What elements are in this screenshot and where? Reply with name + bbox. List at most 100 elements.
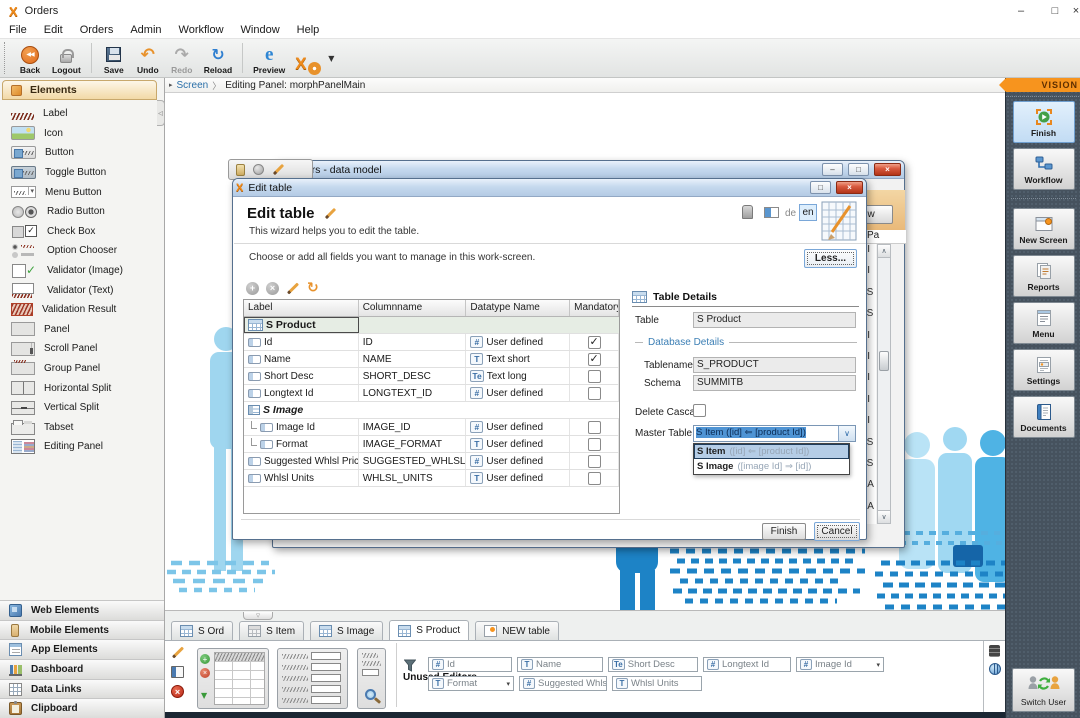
- edit-pencil-icon[interactable]: [172, 646, 184, 658]
- tab-s-item[interactable]: S Item: [239, 621, 304, 640]
- element-item-horizontal-split[interactable]: Horizontal Split: [2, 378, 157, 398]
- accordion-mobile-elements[interactable]: Mobile Elements: [0, 620, 164, 640]
- edit-row-icon[interactable]: [287, 282, 299, 294]
- edit-table-dialog[interactable]: Edit table □ × Edit table de en This wiz…: [232, 178, 867, 540]
- element-item-scroll-panel[interactable]: Scroll Panel: [2, 339, 157, 359]
- dropdown-option-s-item[interactable]: S Item ([id] ⇐ [product Id]): [694, 444, 849, 459]
- accordion-dashboard[interactable]: Dashboard: [0, 659, 164, 679]
- web-view-icon[interactable]: [989, 663, 1001, 675]
- cancel-button[interactable]: Cancel: [814, 522, 860, 541]
- tab-new-table[interactable]: NEW table: [475, 621, 559, 640]
- panel-collapse-tab[interactable]: [243, 612, 273, 620]
- element-item-validator-image[interactable]: Validator (Image): [2, 261, 157, 281]
- vision-workflow-button[interactable]: Workflow: [1013, 148, 1075, 190]
- back-button[interactable]: Back: [13, 40, 47, 76]
- scrollbar[interactable]: ∧ ∨: [877, 244, 891, 524]
- sidebar-collapse-handle[interactable]: [157, 100, 165, 126]
- menu-item-file[interactable]: File: [9, 24, 27, 36]
- element-item-icon[interactable]: Icon: [2, 124, 157, 144]
- maximize-button[interactable]: □: [1038, 0, 1072, 22]
- data-view-icon[interactable]: [989, 645, 1000, 657]
- language-de-button[interactable]: de: [785, 208, 796, 219]
- element-item-tabset[interactable]: Tabset: [2, 418, 157, 438]
- element-item-validator-text[interactable]: Validator (Text): [2, 280, 157, 300]
- language-en-button[interactable]: en: [799, 204, 817, 221]
- mandatory-checkbox[interactable]: [588, 353, 601, 366]
- remove-row-icon[interactable]: [266, 282, 279, 295]
- vision-menu-button[interactable]: Menu: [1013, 302, 1075, 344]
- tab-s-product[interactable]: S Product: [389, 620, 469, 640]
- toolbar-dropdown-caret-icon[interactable]: [328, 54, 334, 63]
- scroll-down-icon[interactable]: ∨: [878, 510, 890, 523]
- scrollbar-thumb[interactable]: [879, 351, 889, 371]
- editor-chip-short-desc[interactable]: TeShort Desc: [608, 657, 698, 672]
- accordion-data-links[interactable]: Data Links: [0, 679, 164, 699]
- table-field-row[interactable]: NameNAMETText short: [244, 351, 619, 368]
- switch-user-button[interactable]: Switch User: [1012, 668, 1075, 712]
- logout-button[interactable]: Logout: [47, 40, 86, 76]
- tablename-value[interactable]: S_PRODUCT: [693, 357, 856, 373]
- delete-icon[interactable]: [171, 685, 184, 698]
- editor-chip-format[interactable]: TFormat: [428, 676, 514, 691]
- visionx-menu-button[interactable]: [290, 40, 326, 76]
- editor-chip-suggested-whlsl[interactable]: #Suggested Whlsl...: [519, 676, 607, 691]
- minimize-button[interactable]: –: [1004, 0, 1038, 22]
- mandatory-checkbox[interactable]: [588, 438, 601, 451]
- editor-chip-name[interactable]: TName: [517, 657, 603, 672]
- maximize-button[interactable]: □: [810, 181, 831, 194]
- close-button[interactable]: ×: [874, 163, 901, 176]
- table-field-row[interactable]: Image IdIMAGE_ID#User defined: [244, 419, 619, 436]
- menu-item-window[interactable]: Window: [241, 24, 280, 36]
- close-button[interactable]: ×: [1072, 0, 1080, 22]
- table-field-row[interactable]: FormatIMAGE_FORMATTUser defined: [244, 436, 619, 453]
- close-button[interactable]: ×: [836, 181, 863, 194]
- menu-item-orders[interactable]: Orders: [80, 24, 114, 36]
- data-model-titlebar[interactable]: Orders - data model – □ ×: [273, 161, 904, 179]
- maximize-button[interactable]: □: [848, 163, 869, 176]
- elements-panel-header[interactable]: Elements: [2, 80, 157, 100]
- accordion-app-elements[interactable]: App Elements: [0, 639, 164, 659]
- undo-button[interactable]: Undo: [131, 40, 165, 76]
- vision-new-screen-button[interactable]: New Screen: [1013, 208, 1075, 250]
- schema-value[interactable]: SUMMITB: [693, 375, 856, 391]
- menu-item-admin[interactable]: Admin: [130, 24, 161, 36]
- redo-button[interactable]: Redo: [165, 40, 199, 76]
- table-field-row[interactable]: Longtext IdLONGTEXT_ID#User defined: [244, 385, 619, 402]
- mandatory-checkbox[interactable]: [588, 472, 601, 485]
- scroll-up-icon[interactable]: ∧: [878, 245, 890, 258]
- reload-button[interactable]: Reload: [199, 40, 237, 76]
- accordion-clipboard[interactable]: Clipboard: [0, 698, 164, 718]
- table-layout-thumbnail[interactable]: [197, 648, 269, 709]
- editor-chip-image-id[interactable]: #Image Id: [796, 657, 884, 672]
- save-button[interactable]: Save: [97, 40, 131, 76]
- sphere-icon[interactable]: [253, 164, 264, 175]
- mandatory-checkbox[interactable]: [588, 370, 601, 383]
- menu-item-workflow[interactable]: Workflow: [179, 24, 224, 36]
- dropdown-option-s-image[interactable]: S Image ([image Id] ⇒ [id]): [694, 459, 849, 474]
- element-item-menu-button[interactable]: Menu Button: [2, 182, 157, 202]
- edit-table-titlebar[interactable]: Edit table □ ×: [233, 179, 866, 197]
- element-item-group-panel[interactable]: Group Panel: [2, 359, 157, 379]
- tab-s-ord[interactable]: S Ord: [171, 621, 233, 640]
- vision-documents-button[interactable]: Documents: [1013, 396, 1075, 438]
- table-field-row[interactable]: Short DescSHORT_DESCTeText long: [244, 368, 619, 385]
- less-button[interactable]: Less...: [804, 249, 857, 268]
- hand-icon[interactable]: [742, 205, 753, 219]
- documentation-icon[interactable]: [171, 666, 184, 678]
- table-field-value[interactable]: S Product: [693, 312, 856, 328]
- translation-card-icon[interactable]: [764, 207, 779, 218]
- table-group-row[interactable]: S Image: [244, 402, 619, 419]
- archive-icon[interactable]: [236, 164, 245, 176]
- delete-cascade-checkbox[interactable]: [693, 404, 706, 417]
- element-item-check-box[interactable]: Check Box: [2, 222, 157, 242]
- vision-finish-button[interactable]: Finish: [1013, 101, 1075, 143]
- editor-chip-whlsl-units[interactable]: TWhlsl Units: [612, 676, 702, 691]
- combobox-dropdown-icon[interactable]: [838, 426, 855, 441]
- table-field-row[interactable]: Whlsl UnitsWHLSL_UNITSTUser defined: [244, 470, 619, 487]
- add-row-icon[interactable]: [246, 282, 259, 295]
- form-layout-thumbnail[interactable]: [277, 648, 348, 709]
- editor-chip-id[interactable]: #Id: [428, 657, 512, 672]
- vision-reports-button[interactable]: Reports: [1013, 255, 1075, 297]
- element-item-radio-button[interactable]: Radio Button: [2, 202, 157, 222]
- table-field-row[interactable]: IdID#User defined: [244, 334, 619, 351]
